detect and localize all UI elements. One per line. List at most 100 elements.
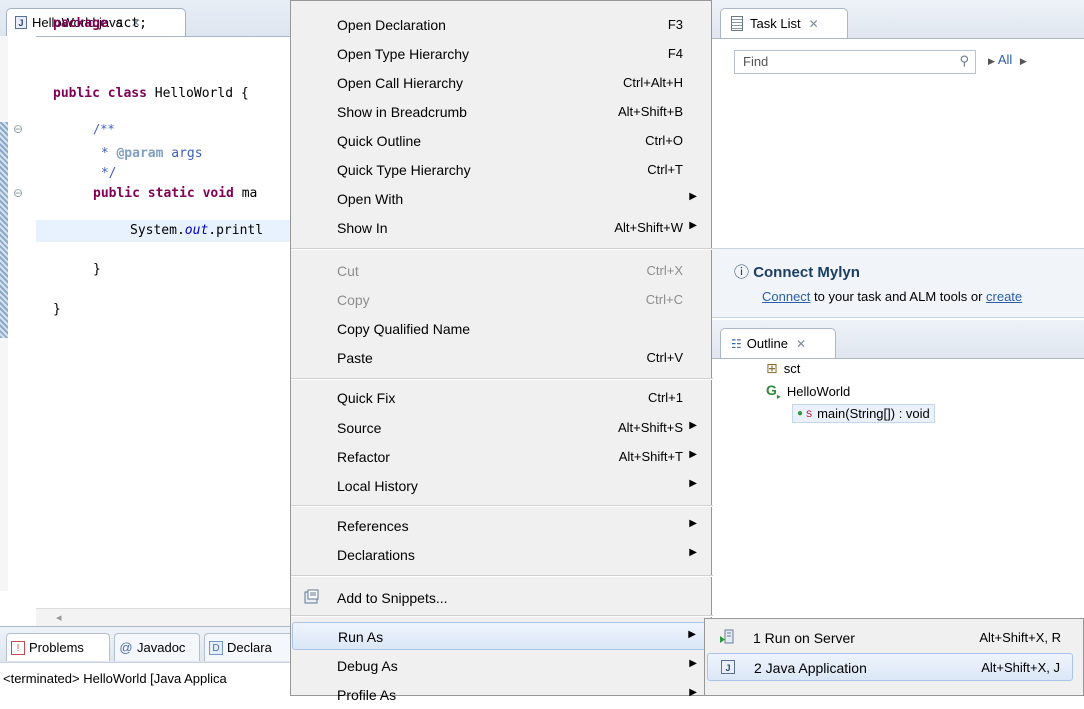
tab-outline[interactable]: ☷ Outline ✕ bbox=[720, 328, 836, 358]
menu-item-quick-type-hierarchy[interactable]: Quick Type Hierarchy Ctrl+T bbox=[292, 156, 711, 184]
menu-item-refactor[interactable]: Refactor Alt+Shift+T ▶ bbox=[292, 443, 711, 471]
menu-label: Show In bbox=[337, 220, 388, 236]
close-icon[interactable]: ✕ bbox=[796, 337, 806, 351]
menu-label: Show in Breadcrumb bbox=[337, 104, 467, 120]
menu-item-debug-as[interactable]: Debug As ▶ bbox=[292, 652, 711, 680]
tab-problems[interactable]: ! Problems bbox=[6, 633, 110, 661]
tab-label: Problems bbox=[29, 640, 84, 655]
menu-item-show-in-breadcrumb[interactable]: Show in Breadcrumb Alt+Shift+B bbox=[292, 98, 711, 126]
code-line[interactable]: } bbox=[53, 302, 61, 317]
menu-item-copy-qualified-name[interactable]: Copy Qualified Name bbox=[292, 315, 711, 343]
search-icon[interactable]: ⚲ bbox=[959, 53, 969, 69]
code-line[interactable]: * @param args bbox=[93, 146, 203, 161]
fold-collapse-icon[interactable]: ⊖ bbox=[13, 186, 23, 200]
submenu-item-run-on-server[interactable]: 1 Run on Server Alt+Shift+X, R bbox=[707, 624, 1073, 652]
info-icon: ⓘ bbox=[734, 264, 750, 281]
code-comment: * bbox=[93, 146, 117, 161]
java-editor: J HelloWorld.java ✕ ⊖ ⊖ package sct; pub… bbox=[0, 0, 291, 627]
package-icon: ⊞ bbox=[766, 360, 778, 376]
menu-label: Open With bbox=[337, 191, 404, 207]
run-on-server-icon bbox=[719, 629, 735, 645]
menu-label: Add to Snippets... bbox=[337, 590, 448, 606]
submenu-arrow-icon: ▶ bbox=[689, 658, 697, 669]
outline-tab-bar: ☷ Outline ✕ bbox=[712, 320, 1084, 359]
run-as-submenu: 1 Run on Server Alt+Shift+X, R J 2 Java … bbox=[704, 618, 1084, 696]
code-line[interactable]: /** bbox=[93, 122, 115, 136]
menu-item-declarations[interactable]: Declarations ▶ bbox=[292, 541, 711, 569]
submenu-arrow-icon: ▶ bbox=[689, 547, 697, 558]
code-line[interactable]: public class HelloWorld { bbox=[53, 86, 249, 101]
console-view: <terminated> HelloWorld [Java Applica bbox=[0, 662, 290, 697]
outline-item-class[interactable]: G▸ HelloWorld bbox=[766, 382, 850, 401]
submenu-arrow-icon: ▶ bbox=[689, 687, 697, 698]
menu-item-show-in[interactable]: Show In Alt+Shift+W ▶ bbox=[292, 214, 711, 242]
tab-label: Outline bbox=[746, 336, 788, 351]
tab-javadoc[interactable]: @ Javadoc bbox=[114, 633, 200, 661]
code-line[interactable]: public static void ma bbox=[93, 186, 257, 201]
code-line[interactable]: */ bbox=[93, 166, 117, 181]
menu-item-cut[interactable]: Cut Ctrl+X bbox=[292, 257, 711, 285]
scroll-left-icon[interactable]: ◂ bbox=[56, 611, 62, 624]
menu-shortcut: Alt+Shift+B bbox=[617, 104, 683, 119]
connect-link[interactable]: Connect bbox=[762, 289, 810, 304]
create-link[interactable]: create bbox=[986, 289, 1022, 304]
menu-separator bbox=[291, 615, 713, 617]
submenu-item-java-application[interactable]: J 2 Java Application Alt+Shift+X, J bbox=[707, 653, 1073, 681]
menu-label: Profile As bbox=[337, 687, 397, 703]
outline-item-package[interactable]: ⊞ sct bbox=[766, 360, 800, 377]
menu-item-profile-as[interactable]: Profile As ▶ bbox=[292, 681, 711, 709]
outline-label: main(String[]) : void bbox=[817, 406, 930, 421]
outline-item-method[interactable]: ● S main(String[]) : void bbox=[792, 404, 935, 423]
javadoc-icon: @ bbox=[119, 639, 133, 655]
overview-ruler bbox=[0, 36, 8, 591]
menu-item-open-type-hierarchy[interactable]: Open Type Hierarchy F4 bbox=[292, 40, 711, 68]
tab-task-list[interactable]: Task List ✕ bbox=[720, 8, 848, 38]
menu-label: Source bbox=[337, 420, 382, 436]
horizontal-scrollbar[interactable]: ◂ bbox=[36, 608, 290, 627]
menu-item-paste[interactable]: Paste Ctrl+V bbox=[292, 344, 711, 372]
triangle-right-icon: ▶ bbox=[988, 56, 995, 66]
menu-shortcut: F4 bbox=[667, 46, 683, 61]
code-line[interactable]: System.out.printl bbox=[130, 223, 263, 238]
menu-label: Local History bbox=[337, 478, 418, 494]
menu-item-open-with[interactable]: Open With ▶ bbox=[292, 185, 711, 213]
menu-item-references[interactable]: References ▶ bbox=[292, 512, 711, 540]
menu-item-open-declaration[interactable]: Open Declaration F3 bbox=[292, 11, 711, 39]
tab-declaration[interactable]: D Declara bbox=[204, 633, 294, 661]
menu-item-add-to-snippets[interactable]: Add to Snippets... bbox=[292, 584, 711, 612]
menu-item-copy[interactable]: Copy Ctrl+C bbox=[292, 286, 711, 314]
code-comment: */ bbox=[93, 166, 117, 181]
menu-label: Paste bbox=[337, 350, 373, 366]
menu-item-open-call-hierarchy[interactable]: Open Call Hierarchy Ctrl+Alt+H bbox=[292, 69, 711, 97]
snippets-icon bbox=[304, 589, 320, 605]
menu-shortcut: Ctrl+O bbox=[645, 133, 683, 148]
code-keyword: public class bbox=[53, 86, 147, 101]
triangle-right-icon: ▶ bbox=[1019, 56, 1027, 66]
problems-icon: ! bbox=[11, 640, 25, 655]
menu-item-local-history[interactable]: Local History ▶ bbox=[292, 472, 711, 500]
menu-item-run-as[interactable]: Run As ▶ bbox=[292, 622, 711, 650]
menu-item-source[interactable]: Source Alt+Shift+S ▶ bbox=[292, 414, 711, 442]
menu-separator bbox=[291, 505, 713, 507]
task-find-input[interactable]: Find ⚲ bbox=[734, 50, 976, 74]
submenu-arrow-icon: ▶ bbox=[689, 191, 697, 202]
mylyn-text: Connect to your task and ALM tools or cr… bbox=[762, 289, 1022, 304]
close-icon[interactable]: ✕ bbox=[809, 17, 819, 31]
code-keyword: public static void bbox=[93, 186, 234, 201]
menu-label: 2 Java Application bbox=[754, 660, 867, 676]
submenu-arrow-icon: ▶ bbox=[689, 420, 697, 431]
tab-label: Task List bbox=[750, 16, 801, 31]
menu-label: Open Declaration bbox=[337, 17, 446, 33]
code-line[interactable]: } bbox=[93, 262, 101, 277]
menu-shortcut: Ctrl+T bbox=[647, 162, 683, 177]
all-filter-button[interactable]: ▶ All ▶ bbox=[988, 52, 1027, 67]
bottom-view-tabs: ! Problems @ Javadoc D Declara bbox=[0, 626, 294, 663]
mylyn-title: Connect Mylyn bbox=[753, 264, 860, 281]
code-line[interactable]: package sct; bbox=[53, 16, 147, 31]
fold-collapse-icon[interactable]: ⊖ bbox=[13, 122, 23, 136]
code-javadoc-tag: @param bbox=[116, 146, 164, 161]
menu-item-quick-outline[interactable]: Quick Outline Ctrl+O bbox=[292, 127, 711, 155]
console-status-text: <terminated> HelloWorld [Java Applica bbox=[3, 671, 227, 686]
menu-label: References bbox=[337, 518, 409, 534]
menu-item-quick-fix[interactable]: Quick Fix Ctrl+1 bbox=[292, 384, 711, 412]
